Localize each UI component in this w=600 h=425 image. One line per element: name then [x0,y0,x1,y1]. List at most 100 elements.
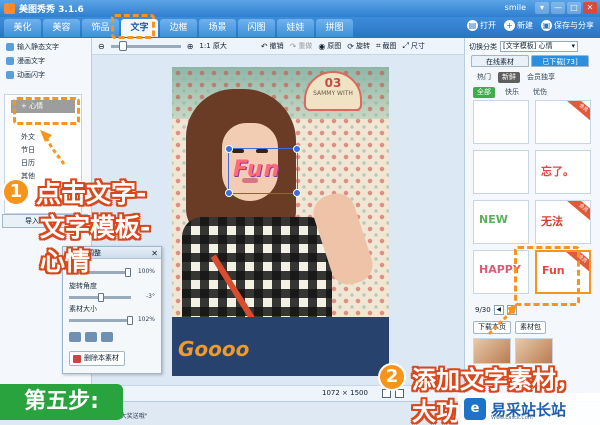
resize-icon: ⤢ [402,41,409,50]
delete-material-button[interactable]: 删除本素材 [69,351,125,366]
redo-label: 重做 [298,42,313,50]
resize-handle-br[interactable] [293,189,301,197]
original-size-button[interactable]: 1:1 原大 [199,41,227,51]
flip-horizontal-icon[interactable] [69,332,81,342]
watermark-url: Www.Easck.Com [491,415,533,421]
undo-label: 撤销 [269,42,284,50]
resize-handle-tl[interactable] [225,145,233,153]
left-item-0[interactable]: 输入静态文字 [0,40,91,54]
window-controls: ▾ — □ ✕ [535,2,597,14]
size-slider[interactable] [69,316,133,325]
tab-6[interactable]: 闪图 [238,19,275,37]
material-item[interactable]: NEW [473,200,529,244]
import-label: 导入 [25,217,39,225]
highlight-mood-item [13,97,80,125]
resize-handle-bl[interactable] [225,189,233,197]
original-button[interactable]: ◉ 原图 [318,41,341,51]
member-badge: 会员 [567,101,590,123]
zoom-slider-knob[interactable] [118,40,127,51]
tab-5[interactable]: 场景 [199,19,236,37]
photo-shirt [182,217,332,327]
filter-chip-1[interactable]: 新鲜 [498,72,520,83]
image-dimensions: 1072 × 1500 [322,389,368,397]
delete-label: 删除本素材 [84,354,119,362]
size-button[interactable]: ⤢ 尺寸 [403,41,425,51]
tab-7[interactable]: 娃娃 [277,19,314,37]
material-filters: 热门 新鲜 会员独享 [473,72,559,83]
tab-1[interactable]: 美容 [43,19,80,37]
main-tabs: 美化 美容 饰品 文字 边框 场景 闪图 娃娃 拼图 [4,19,353,37]
crop-label: 截图 [382,42,397,50]
main-menu-bar: 美化 美容 饰品 文字 边框 场景 闪图 娃娃 拼图 ▤ 打开 + 新建 ▣ 保存与分享 [0,17,600,38]
user-name[interactable]: smile [505,3,526,12]
tab-0[interactable]: 美化 [4,19,41,37]
menu-dropdown-icon[interactable]: ▾ [535,2,549,14]
left-item-1[interactable]: 漫画文字 [0,54,91,68]
material-item[interactable]: 忘了。 [535,150,591,194]
meitu-app-window: 美图秀秀 3.1.6 smile ▾ — □ ✕ 美化 美容 饰品 文字 边框 场景 闪图娃… [0,0,600,425]
left-item-2[interactable]: 动画闪字 [0,68,91,82]
save-share-button[interactable]: ▣ 保存与分享 [541,20,594,31]
step-1-badge: 1 [2,178,30,206]
rotate-slider[interactable] [69,293,131,302]
step-2-badge: 2 [378,363,406,391]
size-knob[interactable] [127,316,133,325]
arrow-up-right-icon [487,304,517,336]
open-button[interactable]: ▤ 打开 [467,20,496,31]
flip-vertical-icon[interactable] [85,332,97,342]
fun-text-sticker[interactable]: Fun [225,145,301,197]
material-pack-button[interactable]: 素材包 [515,321,546,334]
resize-handle-tr[interactable] [293,145,301,153]
subfilter-chip-2[interactable]: 忧伤 [529,87,551,98]
tab-4[interactable]: 边框 [160,19,197,37]
maximize-icon[interactable]: □ [567,2,581,14]
material-tab-0[interactable]: 在线素材 [471,55,529,67]
subfilter-chip-0[interactable]: 全部 [473,87,495,98]
new-label: 新建 [517,21,533,30]
tab-8[interactable]: 拼图 [316,19,353,37]
window-title: 美图秀秀 3.1.6 [19,5,84,15]
rotate-button[interactable]: ⟳ 旋转 [347,41,370,51]
category-select[interactable]: [文字模板] 心情 [500,41,578,52]
new-button[interactable]: + 新建 [504,20,533,31]
material-item[interactable] [473,100,529,144]
crop-button[interactable]: ⌗ 截图 [376,41,397,51]
original-label: 原图 [327,42,342,50]
photo-caption: Goooo [178,337,250,361]
size-row: 102% [63,315,161,327]
member-badge: 会员 [567,201,590,223]
zoom-out-icon[interactable]: ⊖ [98,42,105,51]
close-icon[interactable]: ✕ [583,2,597,14]
minimize-icon[interactable]: — [551,2,565,14]
compare-view-icon[interactable] [395,389,404,398]
photo-sign-sub: SAMMY WITH [313,90,353,97]
step-1-line-2: 文字模板- [40,213,151,242]
align-buttons [69,332,113,342]
material-item[interactable]: 会员 [535,100,591,144]
material-item[interactable]: 无法 会员 [535,200,591,244]
opacity-knob[interactable] [125,268,131,277]
left-item-label: 输入静态文字 [17,43,59,51]
rotate-label: 旋转角度 [69,282,97,290]
filter-chip-0[interactable]: 热门 [473,72,495,83]
material-item[interactable] [473,150,529,194]
undo-button[interactable]: ↶ 撤销 [261,41,284,51]
zoom-slider[interactable] [110,40,181,51]
filter-chip-2[interactable]: 会员独享 [523,72,559,83]
subfilter-chip-1[interactable]: 快乐 [501,87,523,98]
material-tabs: 在线素材 已下载[73] [471,55,589,67]
rotate-knob[interactable] [98,293,104,302]
edited-photo[interactable]: 03 SAMMY WITH Goooo [172,67,389,376]
delete-icon [73,355,81,363]
canvas-status-bar: 1072 × 1500 [92,385,464,401]
photo-sign-text: 03 [324,76,342,90]
left-item-label: 动画闪字 [17,71,45,79]
zoom-in-icon[interactable]: ⊕ [187,42,194,51]
layer-icon[interactable] [101,332,113,342]
rotate-icon: ⟳ [347,41,354,51]
material-tab-1[interactable]: 已下载[73] [531,55,589,67]
adjust-close-icon[interactable]: ✕ [151,248,158,260]
original-icon: ◉ [318,41,326,51]
photo-sign: 03 SAMMY WITH [304,71,362,111]
redo-button[interactable]: ↷ 重做 [290,41,313,51]
